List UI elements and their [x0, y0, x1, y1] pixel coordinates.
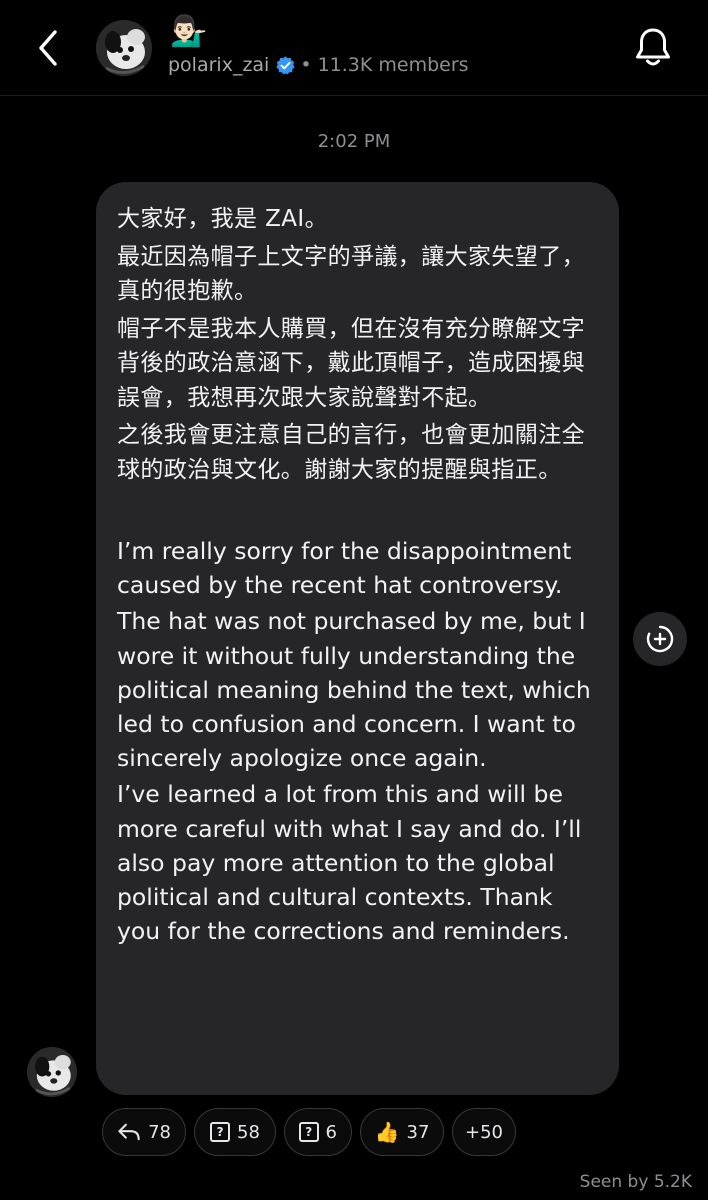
- question-box-icon: ?: [210, 1122, 231, 1142]
- bell-icon: [636, 28, 670, 66]
- message-paragraph: 帽子不是我本人購買，但在沒有充分瞭解文字背後的政治意涵下，戴此頂帽子，造成困擾與…: [117, 315, 585, 411]
- reaction-count: 6: [325, 1121, 337, 1143]
- thumbs-up-icon: 👍: [374, 1120, 400, 1144]
- channel-meta: polarix_zai • 11.3K members: [168, 54, 469, 76]
- message-paragraph: 之後我會更注意自己的言行，也會更加關注全球的政治與文化。謝謝大家的提醒與指正。: [117, 422, 585, 483]
- verified-badge-icon: [275, 55, 296, 76]
- reaction-question[interactable]: ? 6: [284, 1108, 352, 1156]
- message-paragraph: I’m really sorry for the disappointment …: [117, 537, 572, 600]
- more-reactions-label: +50: [465, 1121, 503, 1143]
- reaction-reply[interactable]: 78: [102, 1108, 186, 1156]
- reaction-count: 37: [406, 1121, 430, 1143]
- dog-avatar-icon: [27, 1047, 77, 1097]
- message-paragraph: I’ve learned a lot from this and will be…: [117, 780, 582, 946]
- question-box-icon: ?: [299, 1122, 319, 1142]
- reaction-more[interactable]: +50: [452, 1108, 516, 1156]
- message-timestamp: 2:02 PM: [317, 131, 391, 152]
- reply-arrow-icon: [118, 1123, 140, 1141]
- channel-header: 💁🏻‍♂️ polarix_zai • 11.3K members: [0, 0, 708, 96]
- reaction-bar: 78 ? 58 ? 6 👍 37 +50: [102, 1108, 516, 1156]
- reaction-count: 78: [148, 1121, 171, 1143]
- reaction-question[interactable]: ? 58: [194, 1108, 276, 1156]
- chevron-left-icon: [39, 30, 57, 66]
- message-bubble[interactable]: 大家好，我是 ZAI。 最近因為帽子上文字的爭議，讓大家失望了，真的很抱歉。 帽…: [96, 182, 619, 1095]
- add-reaction-button[interactable]: [633, 612, 687, 666]
- channel-emoji: 💁🏻‍♂️: [170, 14, 208, 49]
- message-chinese-text: 大家好，我是 ZAI。 最近因為帽子上文字的爭議，讓大家失望了，真的很抱歉。 帽…: [117, 202, 601, 487]
- message-paragraph: 最近因為帽子上文字的爭議，讓大家失望了，真的很抱歉。: [117, 243, 585, 305]
- member-count: • 11.3K members: [300, 54, 469, 76]
- back-button[interactable]: [28, 26, 68, 70]
- add-reaction-icon: [646, 625, 674, 653]
- sender-avatar[interactable]: [27, 1047, 77, 1097]
- channel-avatar[interactable]: [96, 20, 152, 76]
- notifications-button[interactable]: [630, 24, 676, 70]
- message-paragraph: The hat was not purchased by me, but I w…: [117, 607, 591, 773]
- reaction-thumbs-up[interactable]: 👍 37: [360, 1108, 444, 1156]
- reaction-count: 58: [237, 1121, 260, 1143]
- seen-by-count[interactable]: Seen by 5.2K: [580, 1172, 692, 1192]
- message-english-text: I’m really sorry for the disappointment …: [117, 534, 601, 948]
- channel-username[interactable]: polarix_zai: [168, 54, 269, 76]
- message-paragraph: 大家好，我是 ZAI。: [117, 206, 328, 232]
- dog-avatar-icon: [96, 20, 152, 76]
